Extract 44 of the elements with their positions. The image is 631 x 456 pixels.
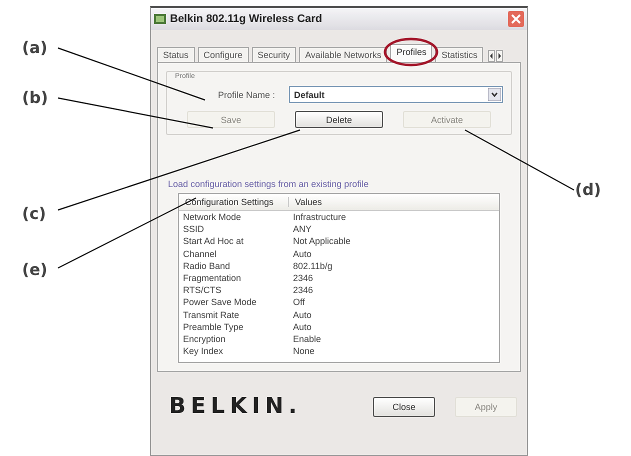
table-cell-text: Radio Band [182,260,232,272]
column-header[interactable]: Configuration Settings [179,197,289,207]
table-cell-text: 2346 [292,272,314,284]
table-cell-text: 802.11b/g [292,260,334,272]
tab[interactable]: Status [157,47,195,62]
field-label: Profile Name : [216,90,275,100]
dialog-button[interactable]: Close [373,396,435,416]
table-cell-text: Off [292,296,306,309]
table-cell-text: Transmit Rate [182,308,240,321]
table-cell-text: Encryption [182,333,227,346]
table-cell-text: SSID [182,223,206,236]
profile-dropdown[interactable]: Default [289,86,503,103]
table-cell-text: Preamble Type [182,320,244,334]
table-cell-text: Power Save Mode [182,296,258,309]
tab[interactable]: Security [252,47,296,62]
column-header[interactable]: Values [289,197,499,207]
tab[interactable]: Statistics [435,47,484,62]
table-cell-text: None [292,345,316,358]
table-cell-text: Enable [292,333,322,346]
window-title: Belkin 802.11g Wireless Card [170,13,324,25]
table-cell-text: Not Applicable [292,235,352,248]
hint-text: Load configuration settings from an existing profile [168,179,370,189]
table-cell-text: Start Ad Hoc at [182,235,245,248]
table-cell-text: RTS/CTS [182,284,222,296]
tab[interactable]: Available Networks [299,47,388,62]
table-cell-text: Auto [292,248,313,260]
profile-button[interactable]: Delete [295,111,383,128]
brand-logo: BELKIN. [169,394,303,419]
table-cell-text: Auto [292,308,313,321]
table-cell-text: Network Mode [182,211,242,224]
table-cell-text: Channel [182,248,218,260]
callout-label: (a) [22,38,48,57]
tab[interactable]: Configure [198,47,249,62]
table-cell-text: ANY [292,223,313,236]
table-cell-text: Infrastructure [292,211,348,224]
callout-label: (e) [22,260,48,279]
table-cell-text: Key Index [182,345,224,358]
callout-label: (c) [22,204,46,223]
callout-label: (b) [22,88,48,107]
callout-label: (d) [575,180,602,199]
tab[interactable]: Profiles [390,44,432,62]
table-cell-text: Fragmentation [182,272,242,284]
table-cell-text: 2346 [292,284,314,296]
table-cell-text: Auto [292,320,313,334]
